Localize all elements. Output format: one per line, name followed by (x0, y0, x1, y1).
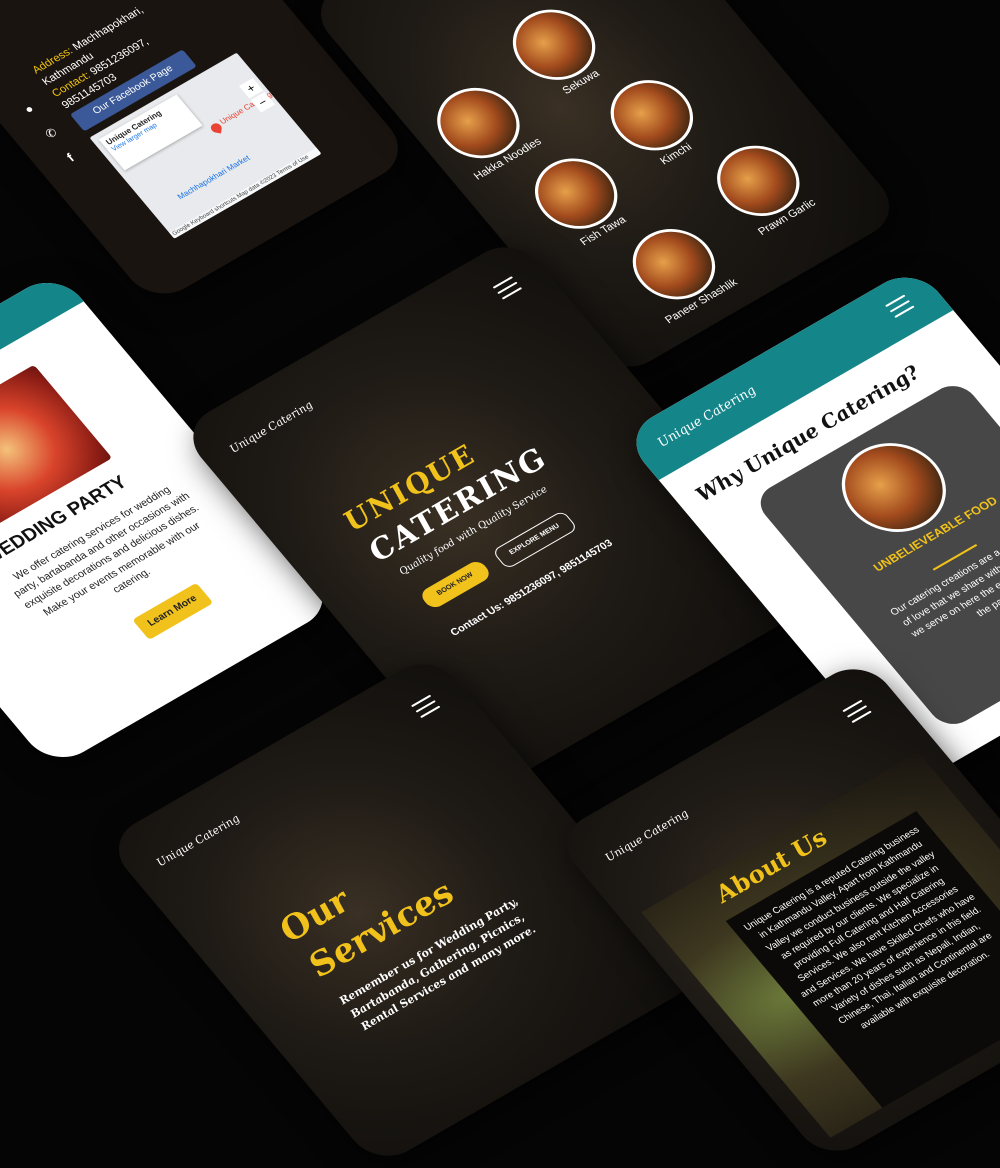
map-brand: Google (171, 222, 193, 238)
brand-logo[interactable]: Unique Catering (227, 399, 316, 456)
map-footer-item[interactable]: Keyboard shortcuts (190, 196, 239, 227)
map-pin-icon (210, 122, 223, 134)
book-now-button[interactable]: BOOK NOW (418, 558, 494, 611)
embedded-map[interactable]: Unique Catering View larger map Unique C… (89, 52, 322, 239)
learn-more-button[interactable]: Learn More (132, 582, 214, 640)
map-footer-item: Map data ©2023 (235, 172, 279, 200)
hamburger-menu-icon[interactable] (492, 276, 523, 300)
brand-logo[interactable]: Unique Catering (602, 807, 691, 864)
facebook-icon[interactable]: f (63, 150, 77, 164)
hamburger-menu-icon[interactable] (410, 694, 441, 719)
feature-text: Our catering creations are a deep form o… (888, 524, 1000, 640)
brand-logo[interactable]: Unique Catering (154, 812, 243, 869)
map-footer-item[interactable]: Terms of Use (276, 154, 311, 176)
location-icon: ● (21, 101, 37, 117)
hamburger-menu-icon[interactable] (842, 699, 872, 724)
phone-icon: ✆ (42, 125, 61, 142)
